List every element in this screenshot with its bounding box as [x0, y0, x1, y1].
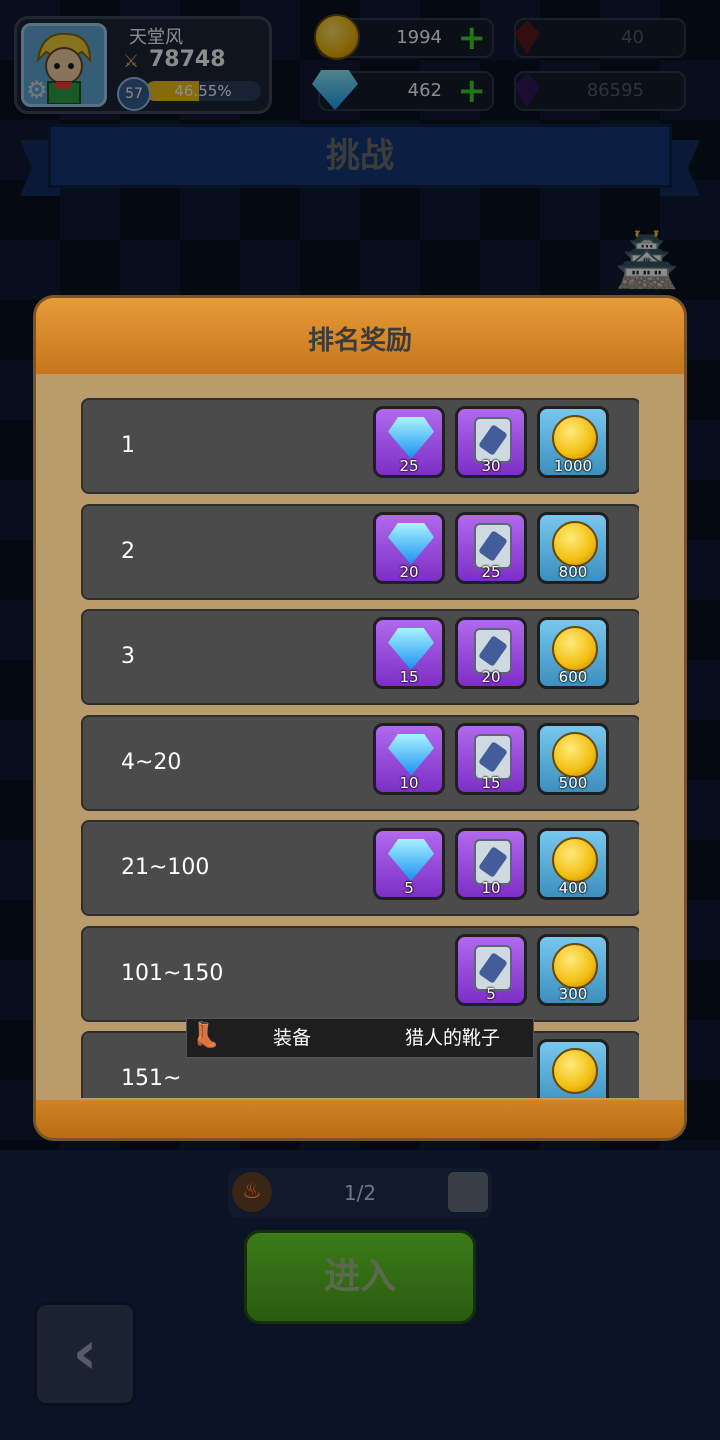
- boot-icon: 👢: [191, 1021, 221, 1049]
- gold-coin-icon: [552, 415, 598, 461]
- scroll-reward-item[interactable]: 25: [455, 511, 527, 584]
- diamond-reward-item[interactable]: 10: [373, 722, 445, 795]
- reward-quantity: 1000: [553, 457, 593, 475]
- gold-reward-item[interactable]: 300: [537, 933, 609, 1006]
- rank-label: 151~: [121, 1066, 182, 1091]
- reward-row: 101~150 5 300: [81, 925, 639, 1022]
- gold-coin-icon: [552, 626, 598, 672]
- gold-reward-item[interactable]: [537, 1039, 609, 1098]
- ranking-reward-dialog: 排名奖励 1 25 30 1000 2 20 25 800 3 15 20 600 4~20 10 15 50…: [36, 298, 684, 1138]
- reward-quantity: 15: [399, 668, 419, 686]
- reward-row: 4~20 10 15 500: [81, 714, 639, 811]
- gold-coin-icon: [552, 520, 598, 567]
- reward-row: 21~100 5 10 400: [81, 820, 639, 916]
- ticket-counter: ♨ 1/2: [228, 1168, 492, 1218]
- gold-reward-item[interactable]: 1000: [537, 406, 609, 478]
- reward-quantity: 25: [481, 562, 501, 581]
- rank-label: 3: [121, 644, 135, 669]
- reward-quantity: 300: [558, 984, 588, 1003]
- gold-reward-item[interactable]: 800: [537, 511, 609, 584]
- scroll-reward-item[interactable]: 30: [455, 406, 527, 478]
- add-ticket-button[interactable]: [448, 1172, 488, 1212]
- reward-row: 2 20 25 800: [81, 503, 639, 600]
- reward-quantity: 400: [558, 879, 588, 897]
- item-tooltip: 👢 装备 猎人的靴子: [186, 1018, 534, 1058]
- reward-quantity: 20: [399, 562, 419, 581]
- tooltip-item-name: 猎人的靴子: [405, 1027, 501, 1049]
- rank-label: 2: [121, 538, 135, 564]
- gold-coin-icon: [552, 1048, 598, 1094]
- diamond-icon: [388, 417, 434, 459]
- diamond-icon: [388, 733, 434, 776]
- diamond-reward-item[interactable]: 15: [373, 617, 445, 689]
- diamond-reward-item[interactable]: 25: [373, 406, 445, 478]
- scroll-reward-item[interactable]: 15: [455, 722, 527, 795]
- scroll-reward-item[interactable]: 20: [455, 617, 527, 689]
- reward-quantity: 500: [558, 773, 588, 792]
- reward-quantity: 600: [558, 668, 588, 686]
- gold-coin-icon: [552, 837, 598, 883]
- scroll-reward-item[interactable]: 5: [455, 933, 527, 1006]
- gold-reward-item[interactable]: 400: [537, 828, 609, 900]
- rank-label: 101~150: [121, 960, 224, 986]
- reward-quantity: 800: [558, 562, 588, 581]
- dialog-header: 排名奖励: [36, 298, 684, 374]
- gold-coin-icon: [552, 731, 598, 778]
- enter-button-label: 进入: [323, 1256, 396, 1297]
- rank-label: 21~100: [121, 855, 210, 880]
- rank-label: 1: [121, 433, 135, 458]
- enter-button[interactable]: 进入: [244, 1230, 476, 1324]
- reward-quantity: 5: [486, 984, 496, 1003]
- diamond-reward-item[interactable]: 20: [373, 511, 445, 584]
- diamond-icon: [388, 522, 434, 565]
- gold-coin-icon: [552, 942, 598, 989]
- reward-quantity: 25: [399, 457, 419, 475]
- reward-quantity: 10: [481, 879, 501, 897]
- reward-quantity: 10: [399, 773, 419, 792]
- reward-quantity: 20: [481, 668, 501, 686]
- diamond-reward-item[interactable]: 5: [373, 828, 445, 900]
- chevron-left-icon: ‹: [72, 1318, 98, 1388]
- scroll-reward-item[interactable]: 10: [455, 828, 527, 900]
- diamond-icon: [388, 628, 434, 670]
- gold-reward-item[interactable]: 600: [537, 617, 609, 689]
- reward-quantity: 30: [481, 457, 501, 475]
- reward-row: 1 25 30 1000: [81, 398, 639, 494]
- dialog-title: 排名奖励: [307, 326, 412, 356]
- reward-quantity: 5: [404, 879, 414, 897]
- tooltip-category: 装备: [273, 1027, 312, 1049]
- diamond-icon: [388, 839, 434, 881]
- gold-reward-item[interactable]: 500: [537, 722, 609, 795]
- reward-list[interactable]: 1 25 30 1000 2 20 25 800 3 15 20 600 4~20 10 15 500 21~1…: [81, 398, 639, 1098]
- rank-label: 4~20: [121, 749, 182, 775]
- dialog-footer: [36, 1100, 684, 1138]
- back-button[interactable]: ‹: [34, 1302, 136, 1406]
- reward-row: 3 15 20 600: [81, 609, 639, 705]
- reward-quantity: 15: [481, 773, 501, 792]
